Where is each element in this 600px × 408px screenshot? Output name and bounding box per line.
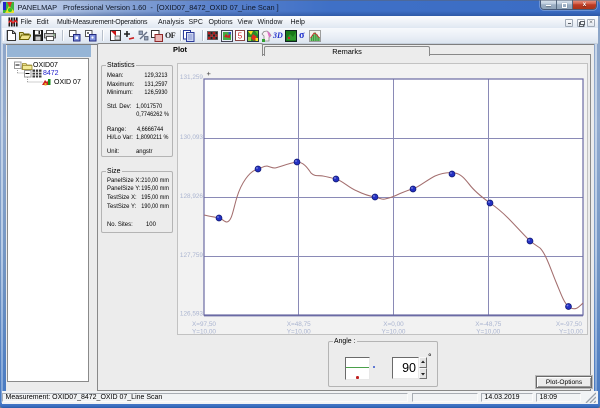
svg-text:X=97,50: X=97,50 bbox=[192, 321, 216, 328]
svg-text:131,259: 131,259 bbox=[180, 74, 204, 81]
svg-text:Y=10,00: Y=10,00 bbox=[382, 329, 406, 336]
svg-text:X=48,75: X=48,75 bbox=[287, 321, 311, 328]
svg-text:130,093: 130,093 bbox=[180, 134, 204, 141]
svg-text:126,593: 126,593 bbox=[180, 311, 204, 318]
svg-text:X=-48,75: X=-48,75 bbox=[475, 321, 502, 328]
svg-text:Y=10,00: Y=10,00 bbox=[192, 329, 216, 336]
svg-text:5: 5 bbox=[238, 32, 243, 41]
svg-text:+: + bbox=[207, 69, 212, 78]
svg-text:Y=10,00: Y=10,00 bbox=[559, 329, 583, 336]
svg-text:X=0,00: X=0,00 bbox=[383, 321, 404, 328]
svg-text:X=-97,50: X=-97,50 bbox=[556, 321, 583, 328]
svg-text:127,759: 127,759 bbox=[180, 252, 204, 259]
svg-text:Y=10,00: Y=10,00 bbox=[476, 329, 500, 336]
svg-text:128,926: 128,926 bbox=[180, 193, 204, 200]
svg-text:Y=10,00: Y=10,00 bbox=[287, 329, 311, 336]
